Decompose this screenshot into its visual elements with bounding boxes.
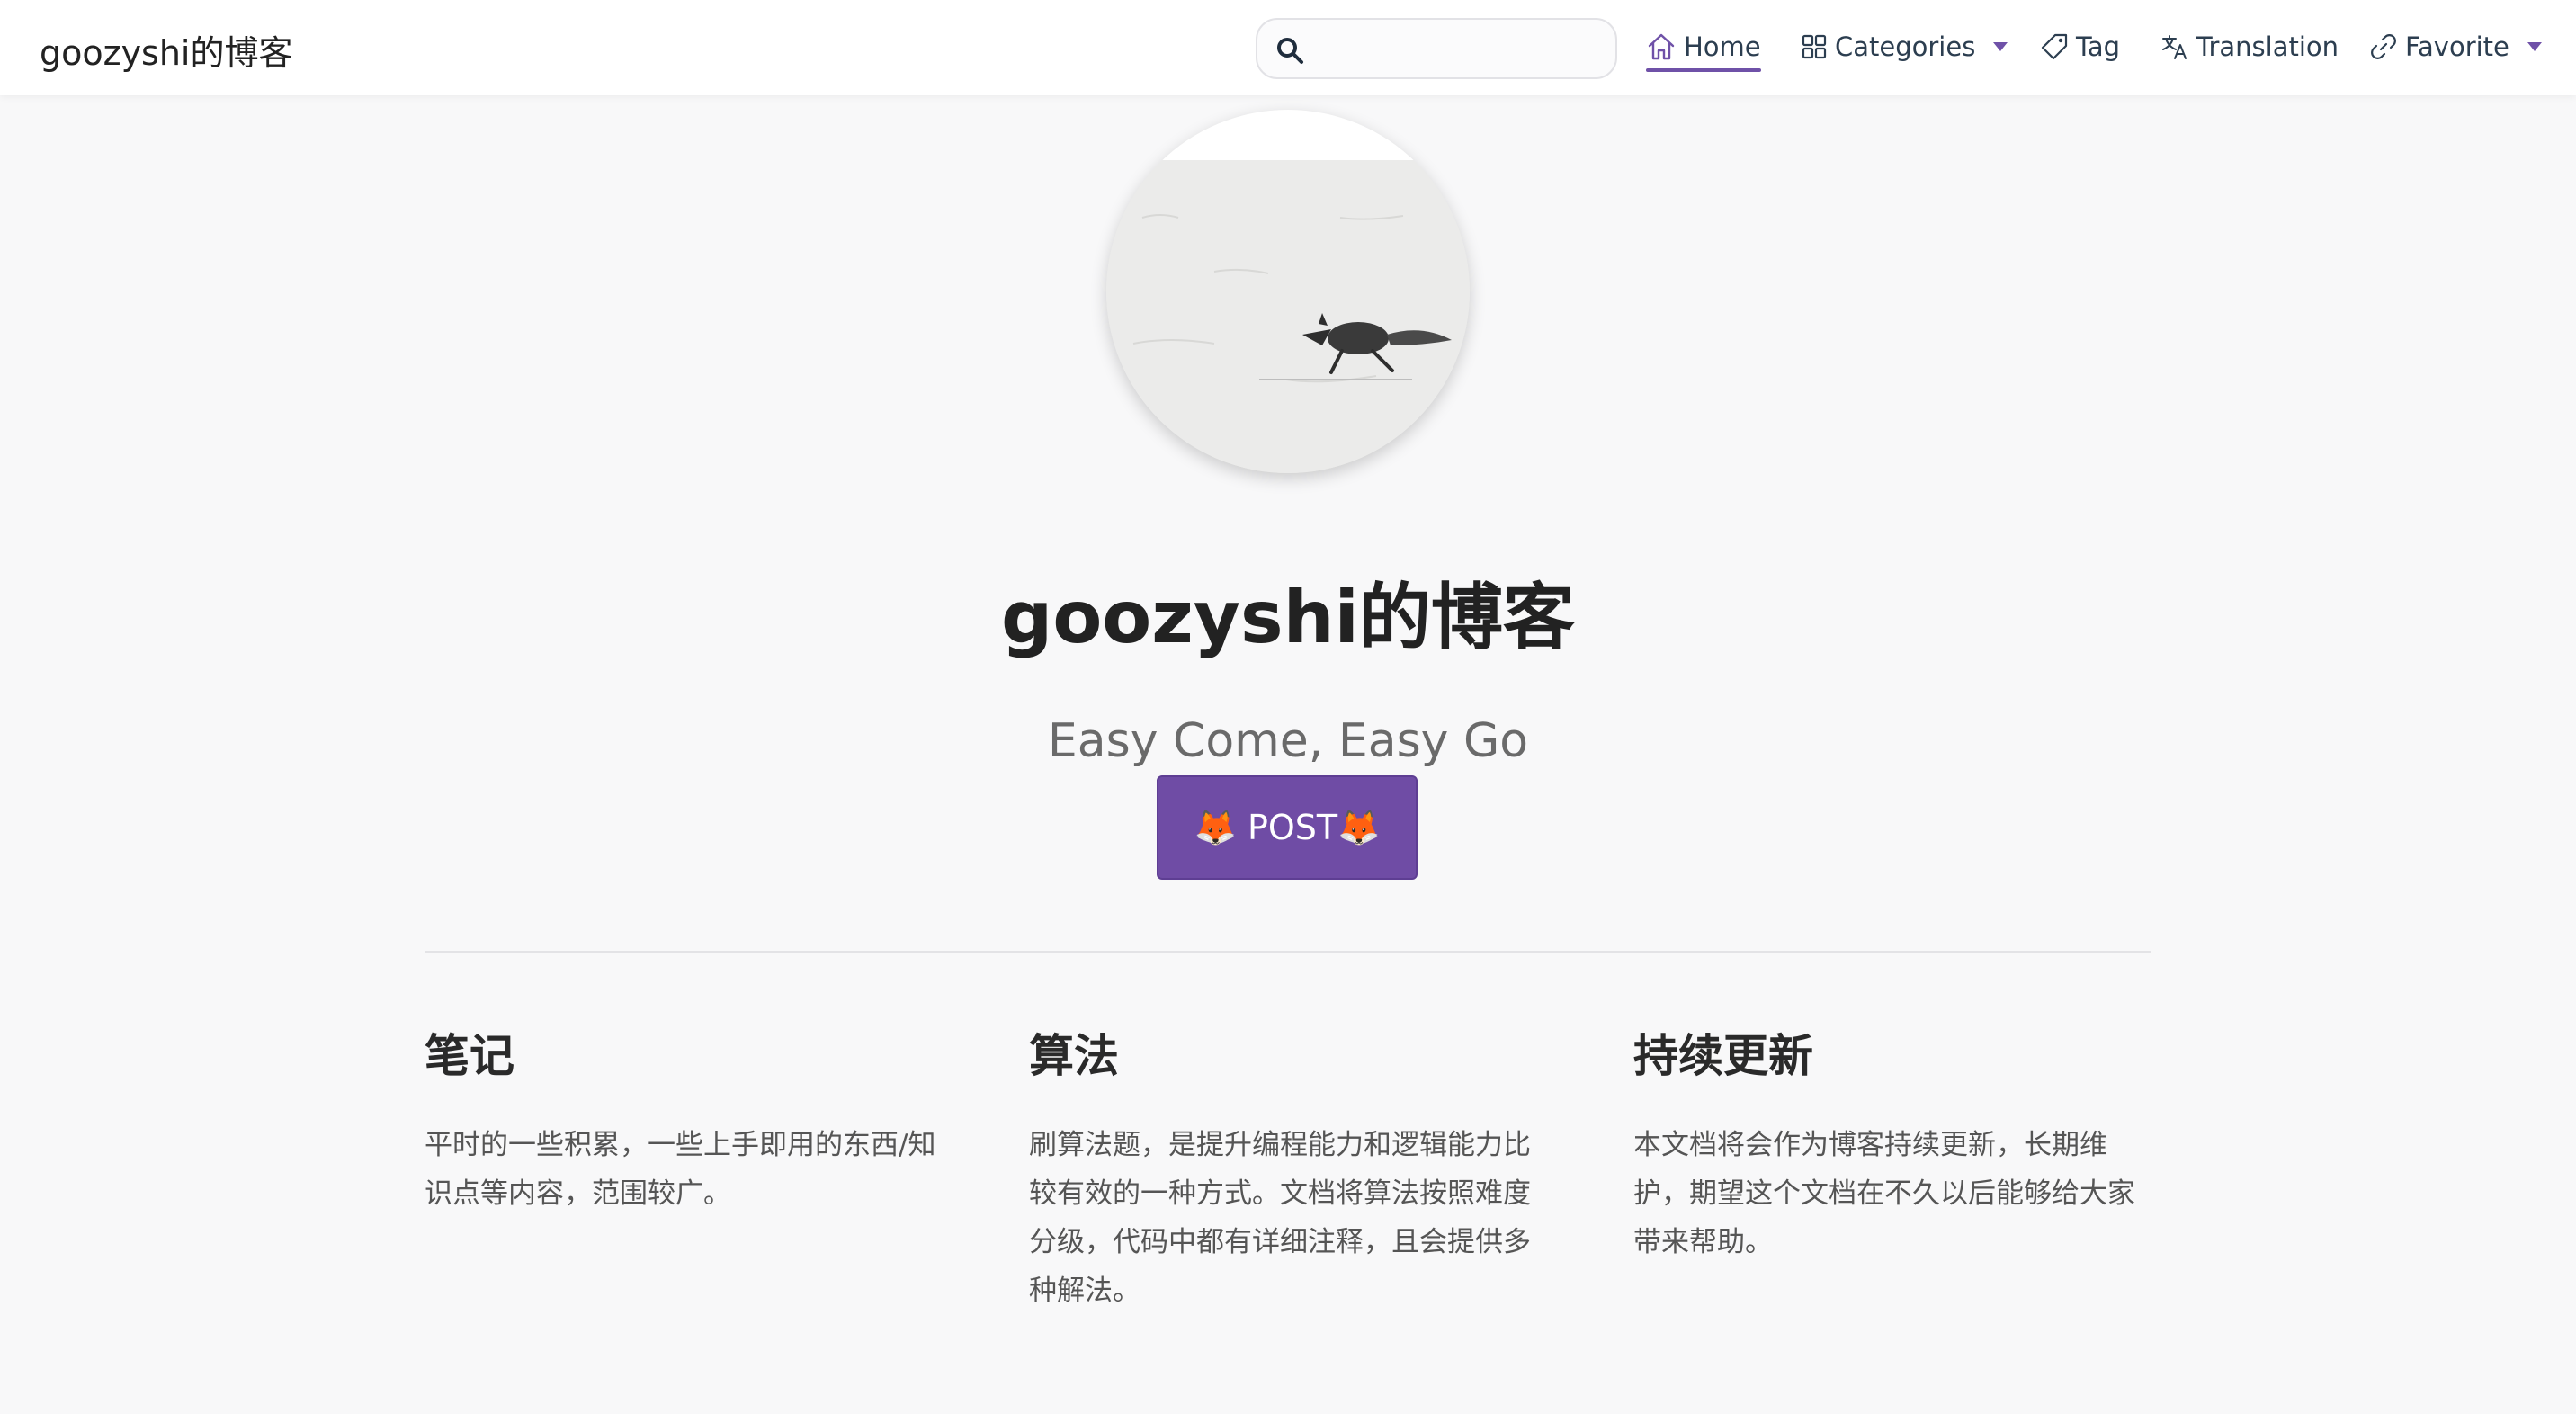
site-name-link[interactable]: goozyshi的博客 (40, 25, 293, 75)
feature-text: 平时的一些积累，一些上手即用的东西/知识点等内容，范围较广。 (425, 1129, 936, 1210)
nav-item-categories[interactable]: Categories (1801, 27, 2008, 67)
search-input[interactable] (1315, 25, 1603, 74)
tag-icon (2041, 33, 2068, 60)
nav-item-translation-label: Translation (2196, 31, 2339, 62)
nav-item-favorite-label: Favorite (2405, 31, 2509, 62)
nav-item-favorite[interactable]: Favorite (2369, 27, 2542, 67)
grid-icon (1802, 34, 1827, 59)
search-icon (1277, 38, 1303, 64)
nav-item-home[interactable]: Home (1646, 27, 1761, 72)
nav-item-home-label: Home (1684, 31, 1761, 62)
feature-notes: 笔记 平时的一些积累，一些上手即用的东西/知识点等内容，范围较广。 (425, 1020, 946, 1246)
link-icon (2371, 34, 2396, 59)
hero-title: goozyshi的博客 (1001, 575, 1575, 659)
feature-title: 笔记 (425, 1030, 514, 1082)
post-button[interactable]: 🦊 POST🦊 (1157, 775, 1418, 880)
divider (425, 951, 2151, 953)
search-box[interactable] (1256, 18, 1617, 79)
nav-item-tag[interactable]: Tag (2040, 27, 2120, 67)
feature-title: 持续更新 (1633, 1030, 1813, 1082)
fox-photo-icon (1106, 110, 1470, 473)
nav-item-tag-label: Tag (2076, 31, 2121, 62)
chevron-down-icon (1993, 42, 2008, 51)
home-icon (1648, 33, 1675, 60)
chevron-down-icon (2527, 42, 2542, 51)
hero-image (1106, 110, 1470, 473)
translate-icon (2162, 35, 2187, 59)
feature-text: 刷算法题，是提升编程能力和逻辑能力比较有效的一种方式。文档将算法按照难度分级，代… (1029, 1129, 1531, 1307)
feature-title: 算法 (1029, 1030, 1119, 1082)
hero-description: Easy Come, Easy Go (1047, 714, 1529, 768)
feature-text: 本文档将会作为博客持续更新，长期维护，期望这个文档在不久以后能够给大家带来帮助。 (1633, 1129, 2135, 1258)
nav-item-translation[interactable]: Translation (2160, 27, 2339, 67)
navbar: goozyshi的博客 Home Categories Tag Translat… (0, 0, 2576, 95)
feature-algorithms: 算法 刷算法题，是提升编程能力和逻辑能力比较有效的一种方式。文档将算法按照难度分… (1029, 1020, 1551, 1343)
nav-item-categories-label: Categories (1835, 31, 1976, 62)
feature-updates: 持续更新 本文档将会作为博客持续更新，长期维护，期望这个文档在不久以后能够给大家… (1633, 1020, 2155, 1294)
